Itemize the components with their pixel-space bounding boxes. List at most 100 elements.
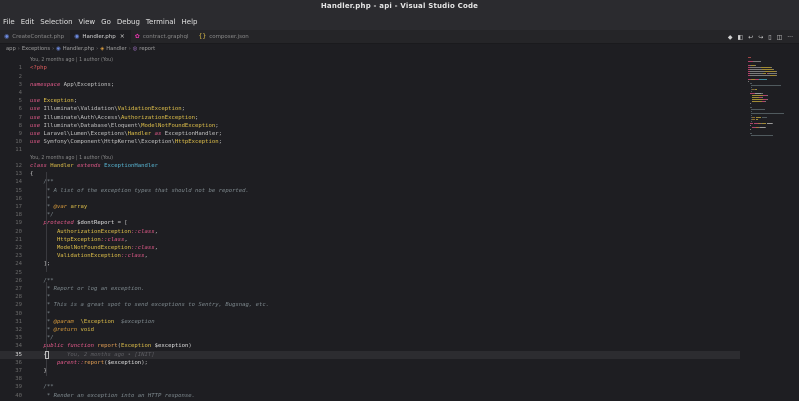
code-line[interactable]: 10 use Symfony\Component\HttpKernel\Excep… <box>0 138 740 146</box>
code-line[interactable]: 21 HttpException::class, <box>0 236 740 244</box>
code-line[interactable]: 35 { You, 2 months ago • [INIT] <box>0 350 740 359</box>
minimap-line <box>750 83 752 84</box>
code-line[interactable]: 30 * <box>0 310 740 318</box>
tab-contract-graphql[interactable]: ✿ contract.graphql <box>131 30 195 44</box>
code-line[interactable]: 11 <box>0 146 740 154</box>
minimap-line <box>750 75 770 76</box>
menu-item-view[interactable]: View <box>79 18 96 26</box>
tab-handler-php[interactable]: ◉ Handler.php × <box>70 29 131 44</box>
more-actions-icon[interactable]: ··· <box>787 34 793 41</box>
code-line[interactable]: 7 use Illuminate\Auth\Access\Authorizatio… <box>0 114 740 122</box>
code-editor[interactable]: You, 2 months ago | 1 author (You) 1 <?php… <box>0 54 740 401</box>
code-line[interactable]: 36 parent::report($exception); <box>0 359 740 367</box>
breadcrumb-item[interactable]: Exceptions <box>22 46 50 52</box>
line-number: 6 <box>18 106 22 113</box>
breadcrumb-item[interactable]: Handler.php <box>63 46 94 52</box>
code-line[interactable]: 12 class Handler extends ExceptionHandler <box>0 162 740 170</box>
code-line[interactable]: 15 * A list of the exception types that … <box>0 187 740 195</box>
code-line[interactable]: 29 * This is a great spot to send except… <box>0 301 740 309</box>
code-token: * Render an exception into an HTTP respo… <box>30 392 196 399</box>
code-line[interactable]: 39 /** <box>0 383 740 391</box>
code-line[interactable]: 8 use Illuminate\Database\Eloquent\ModelN… <box>0 122 740 130</box>
code-line[interactable]: 28 * <box>0 293 740 301</box>
code-token: ) <box>188 343 192 350</box>
code-token: @param <box>53 318 74 325</box>
code-text: use Laravel\Lumen\Exceptions\Handler as … <box>30 130 222 138</box>
code-line[interactable]: 2 <box>0 73 740 81</box>
code-text: /** <box>30 178 53 186</box>
minimap-line <box>752 99 763 100</box>
code-line[interactable]: 14 /** <box>0 178 740 186</box>
minimap-line <box>761 67 771 68</box>
code-token: use <box>30 114 41 121</box>
breadcrumb-item[interactable]: Handler <box>106 46 126 52</box>
minimap-line <box>766 99 767 100</box>
minimap-line <box>755 65 756 66</box>
code-line[interactable]: 37 } <box>0 367 740 375</box>
code-line[interactable]: 13 { <box>0 170 740 178</box>
menu-item-help[interactable]: Help <box>182 18 198 26</box>
minimap-line <box>771 123 772 124</box>
toggle-panel-icon[interactable]: ▯ <box>768 34 771 41</box>
menu-item-selection[interactable]: Selection <box>40 18 72 26</box>
code-token: , <box>154 228 158 235</box>
tab-composer-json[interactable]: {} composer.json <box>195 30 255 44</box>
minimap-line <box>750 115 751 116</box>
split-editor-icon[interactable]: ◧ <box>738 34 744 41</box>
line-number: 11 <box>15 147 22 154</box>
code-line[interactable]: 22 ModelNotFoundException::class, <box>0 244 740 252</box>
code-line[interactable]: 34 public function report(Exception $exc… <box>0 342 740 350</box>
menu-bar: File Edit Selection View Go Debug Terminal Help <box>0 14 799 30</box>
line-number: 5 <box>18 98 22 105</box>
menu-item-edit[interactable]: Edit <box>21 18 35 26</box>
split-view-icon[interactable]: ◫ <box>777 34 783 41</box>
minimap-line <box>750 85 781 86</box>
code-text: * <box>30 195 50 203</box>
minimap-line <box>756 119 758 120</box>
code-line[interactable]: 17 * @var array <box>0 203 740 211</box>
code-line[interactable]: 26 /** <box>0 277 740 285</box>
code-line[interactable]: 5 use Exception; <box>0 97 740 105</box>
open-changes-icon[interactable]: ◆ <box>728 34 733 41</box>
close-icon[interactable]: × <box>120 33 125 40</box>
codelens-author[interactable]: You, 2 months ago | 1 author (You) <box>30 155 113 162</box>
code-token: parent <box>30 359 78 366</box>
menu-item-go[interactable]: Go <box>101 18 111 26</box>
menu-item-terminal[interactable]: Terminal <box>146 18 176 26</box>
code-line[interactable]: 38 <box>0 375 740 383</box>
code-line[interactable]: 24 ]; <box>0 260 740 268</box>
menu-item-debug[interactable]: Debug <box>117 18 140 26</box>
code-line[interactable]: 31 * @param \Exception $exception <box>0 318 740 326</box>
codelens-author[interactable]: You, 2 months ago | 1 author (You) <box>30 57 113 64</box>
code-line[interactable]: 33 */ <box>0 334 740 342</box>
breadcrumb-item[interactable]: app <box>6 46 16 52</box>
code-line[interactable]: 20 AuthorizationException::class, <box>0 228 740 236</box>
code-line[interactable]: 25 <box>0 269 740 277</box>
code-line[interactable]: 18 */ <box>0 211 740 219</box>
menu-item-file[interactable]: File <box>3 18 15 26</box>
go-forward-icon[interactable]: ↪ <box>758 34 763 41</box>
line-number: 12 <box>15 163 22 169</box>
code-line[interactable]: 40 * Render an exception into an HTTP re… <box>0 392 740 400</box>
code-line[interactable]: 16 * <box>0 195 740 203</box>
code-text: use Symfony\Component\HttpKernel\Excepti… <box>30 138 222 146</box>
tab-createcontact-php[interactable]: ◉ CreateContact.php <box>0 30 70 44</box>
code-line[interactable]: 6 use Illuminate\Validation\ValidationExc… <box>0 105 740 113</box>
code-line[interactable]: 1 <?php <box>0 64 740 72</box>
line-number: 1 <box>18 65 22 72</box>
code-line[interactable]: 27 * Report or log an exception. <box>0 285 740 293</box>
code-line[interactable]: 9 use Laravel\Lumen\Exceptions\Handler as… <box>0 130 740 138</box>
minimap[interactable] <box>745 54 799 401</box>
code-line[interactable]: 4 <box>0 89 740 97</box>
minimap-line <box>750 71 765 72</box>
go-back-icon[interactable]: ↩ <box>748 34 753 41</box>
breadcrumb-item[interactable]: report <box>139 46 155 52</box>
code-line[interactable]: 23 ValidationException::class, <box>0 252 740 260</box>
code-token: * <box>30 204 54 210</box>
code-token: } <box>30 368 47 374</box>
minimap-line <box>766 95 767 96</box>
code-line[interactable]: 32 * @return void <box>0 326 740 334</box>
code-line[interactable]: 3 namespace App\Exceptions; <box>0 81 740 89</box>
code-line[interactable]: 19 protected $dontReport = [ <box>0 219 740 227</box>
code-token: Exception <box>120 343 152 350</box>
